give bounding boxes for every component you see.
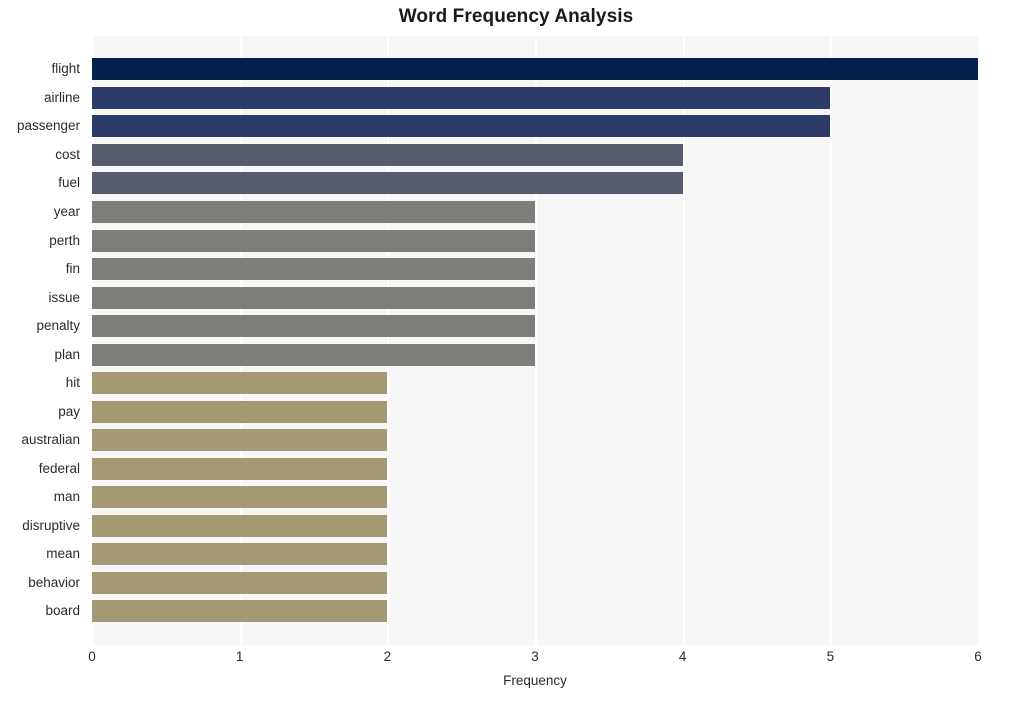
bar-row bbox=[92, 597, 978, 626]
bar-row bbox=[92, 455, 978, 484]
x-tick-label-0: 0 bbox=[88, 649, 96, 664]
y-tick-label-board: board bbox=[45, 603, 80, 619]
plot-area bbox=[92, 36, 980, 645]
bar-hit bbox=[92, 372, 388, 395]
y-tick-label-issue: issue bbox=[48, 289, 80, 305]
y-tick-label-cost: cost bbox=[55, 146, 80, 162]
bar-mean bbox=[92, 543, 388, 566]
y-tick-label-mean: mean bbox=[46, 546, 80, 562]
x-tick-label-3: 3 bbox=[531, 649, 539, 664]
x-tick-label-1: 1 bbox=[235, 649, 244, 664]
y-tick-label-behavior: behavior bbox=[28, 574, 80, 590]
bar-year bbox=[92, 201, 535, 224]
y-tick-label-penalty: penalty bbox=[36, 318, 80, 334]
bar-row bbox=[92, 369, 978, 398]
bar-cost bbox=[92, 143, 683, 166]
x-tick-label-5: 5 bbox=[826, 649, 835, 664]
bar-man bbox=[92, 486, 388, 509]
bar-flight bbox=[92, 58, 978, 81]
bar-australian bbox=[92, 429, 388, 452]
y-axis-tick-labels: flight airline passenger cost fuel year perth f… bbox=[0, 36, 86, 645]
bar-fin bbox=[92, 258, 535, 281]
bars-group bbox=[92, 36, 978, 645]
y-tick-label-fin: fin bbox=[65, 261, 80, 277]
bar-row bbox=[92, 312, 978, 341]
bar-row bbox=[92, 483, 978, 512]
bar-passenger bbox=[92, 115, 831, 138]
bar-penalty bbox=[92, 315, 535, 338]
x-tick-label-2: 2 bbox=[383, 649, 392, 664]
y-tick-label-man: man bbox=[53, 489, 80, 505]
bar-row bbox=[92, 426, 978, 455]
bar-row bbox=[92, 141, 978, 170]
y-tick-label-federal: federal bbox=[38, 460, 80, 476]
chart-title: Word Frequency Analysis bbox=[398, 6, 634, 27]
bar-row bbox=[92, 112, 978, 141]
y-tick-label-disruptive: disruptive bbox=[22, 517, 80, 533]
bar-row bbox=[92, 284, 978, 313]
bar-row bbox=[92, 398, 978, 427]
x-axis-title: Frequency bbox=[503, 673, 567, 688]
x-axis-tick-labels: 0 1 2 3 4 5 6 bbox=[88, 645, 982, 671]
bar-behavior bbox=[92, 571, 388, 594]
bar-row bbox=[92, 540, 978, 569]
bar-perth bbox=[92, 229, 535, 252]
bar-issue bbox=[92, 286, 535, 309]
bar-fuel bbox=[92, 172, 683, 195]
y-tick-label-perth: perth bbox=[49, 232, 80, 248]
y-tick-label-fuel: fuel bbox=[58, 175, 80, 191]
bar-row bbox=[92, 169, 978, 198]
bar-federal bbox=[92, 457, 388, 480]
x-tick-label-6: 6 bbox=[974, 649, 982, 664]
y-tick-label-pay: pay bbox=[58, 403, 80, 419]
bar-row bbox=[92, 198, 978, 227]
bar-row bbox=[92, 341, 978, 370]
bar-disruptive bbox=[92, 514, 388, 537]
bar-row bbox=[92, 84, 978, 113]
y-tick-label-flight: flight bbox=[51, 61, 80, 77]
y-tick-label-year: year bbox=[53, 204, 80, 220]
word-frequency-chart: Word Frequency Analysis flight airline pas… bbox=[0, 0, 1032, 701]
x-tick-label-4: 4 bbox=[678, 649, 687, 664]
bar-plan bbox=[92, 343, 535, 366]
bar-board bbox=[92, 600, 388, 623]
bar-pay bbox=[92, 400, 388, 423]
y-tick-label-australian: australian bbox=[21, 432, 80, 448]
y-tick-label-hit: hit bbox=[65, 375, 80, 391]
bar-row bbox=[92, 227, 978, 256]
y-tick-label-plan: plan bbox=[54, 346, 80, 362]
gridline bbox=[978, 36, 980, 645]
bar-row bbox=[92, 55, 978, 84]
bar-row bbox=[92, 512, 978, 541]
y-tick-label-passenger: passenger bbox=[16, 118, 80, 134]
bar-row bbox=[92, 569, 978, 598]
y-tick-label-airline: airline bbox=[43, 89, 80, 105]
bar-airline bbox=[92, 86, 831, 109]
bar-row bbox=[92, 255, 978, 284]
